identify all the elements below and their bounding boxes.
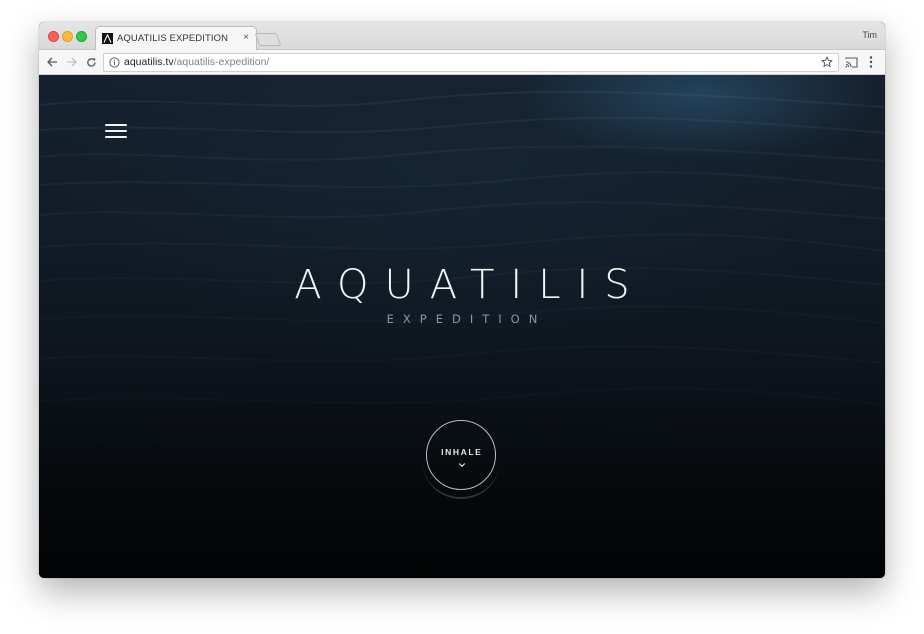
info-icon[interactable] (109, 57, 120, 68)
new-tab-button[interactable] (254, 33, 282, 46)
site-logo-title: AQUATILIS (294, 262, 646, 308)
maximize-window-button[interactable] (76, 31, 87, 42)
more-vert-icon[interactable] (868, 55, 874, 69)
forward-arrow-icon (66, 57, 77, 67)
ocean-surface-background (39, 90, 885, 364)
forward-button[interactable] (63, 54, 79, 70)
reload-icon (86, 57, 96, 67)
cast-icon[interactable] (845, 56, 858, 68)
browser-toolbar: aquatilis.tv/aquatilis-expedition/ (39, 50, 885, 75)
site-logo-subtitle: EXPEDITION (386, 312, 547, 326)
hamburger-icon[interactable] (105, 124, 127, 138)
profile-name[interactable]: Tim (862, 30, 877, 40)
url-text[interactable]: aquatilis.tv/aquatilis-expedition/ (124, 56, 269, 68)
url-host: aquatilis.tv (124, 56, 174, 68)
tab-aquatilis-expedition[interactable]: AQUATILIS EXPEDITION × (95, 26, 257, 51)
back-arrow-icon (46, 57, 57, 67)
tab-strip: AQUATILIS EXPEDITION × Tim (39, 22, 885, 51)
inhale-button[interactable]: INHALE (426, 420, 496, 490)
url-path: /aquatilis-expedition/ (173, 56, 270, 68)
address-bar[interactable]: aquatilis.tv/aquatilis-expedition/ (103, 53, 839, 72)
tab-title: AQUATILIS EXPEDITION (117, 33, 229, 44)
back-button[interactable] (44, 54, 60, 70)
star-icon[interactable] (821, 56, 833, 68)
tab-close-button[interactable]: × (243, 32, 249, 44)
aquatilis-a-icon (102, 33, 113, 44)
page-viewport: AQUATILIS EXPEDITION INHALE (39, 75, 885, 578)
reload-button[interactable] (83, 54, 99, 70)
close-window-button[interactable] (48, 31, 59, 42)
inhale-label: INHALE (441, 447, 483, 457)
minimize-window-button[interactable] (62, 31, 73, 42)
chevron-down-icon (458, 463, 466, 468)
browser-window: AQUATILIS EXPEDITION × Tim aquatilis.tv/… (39, 22, 885, 578)
